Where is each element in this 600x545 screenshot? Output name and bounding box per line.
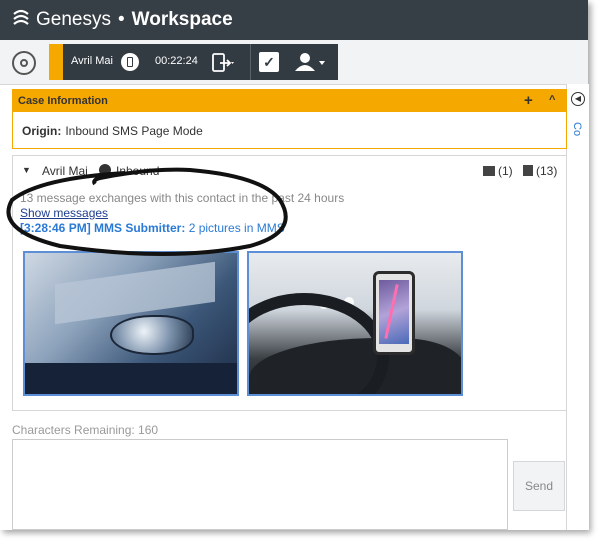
- message-body: 2 pictures in MMS: [185, 221, 285, 235]
- title-bar: Genesys • Workspace: [0, 0, 588, 40]
- history-count[interactable]: (13): [523, 164, 557, 178]
- mark-done-icon[interactable]: ✓: [259, 52, 279, 72]
- app-title: Genesys • Workspace: [36, 9, 233, 31]
- transfer-dropdown-icon[interactable]: [211, 52, 237, 74]
- broken-headlight-shape: [110, 315, 194, 355]
- workspace-window: Genesys • Workspace Avril Mai 00:22:24 ✓ ◀: [0, 0, 589, 530]
- mms-message: [3:28:46 PM] MMS Submitter: 2 pictures i…: [20, 221, 285, 235]
- interaction-header: ▼ Avril Mai Inbound (1) (13): [12, 155, 567, 185]
- expand-rail-icon[interactable]: ◀: [571, 92, 585, 106]
- characters-remaining: Characters Remaining: 160: [12, 423, 159, 437]
- consult-user-dropdown-icon[interactable]: [291, 51, 331, 73]
- origin-label: Origin:: [22, 124, 62, 138]
- product-name: Workspace: [131, 9, 233, 30]
- case-folder-count[interactable]: (1): [483, 164, 513, 178]
- sms-inbound-icon: [99, 164, 111, 176]
- right-side-rail: ◀ Co: [566, 84, 589, 530]
- interaction-contact: Avril Mai: [42, 164, 88, 178]
- history-count-value: (13): [536, 164, 558, 178]
- collapse-case-button[interactable]: ^: [549, 94, 555, 106]
- collapse-interaction-icon[interactable]: ▼: [22, 165, 31, 175]
- case-count: (1): [498, 164, 513, 178]
- show-messages-link[interactable]: Show messages: [20, 206, 108, 220]
- case-information-header: Case Information + ^: [13, 90, 566, 112]
- brand-name: Genesys: [36, 9, 111, 30]
- history-icon: [523, 165, 533, 176]
- interaction-status-stripe: [49, 44, 63, 80]
- rail-tab-label[interactable]: Co: [571, 122, 583, 136]
- interaction-contact-name[interactable]: Avril Mai: [71, 55, 113, 67]
- interaction-direction: Inbound: [116, 164, 160, 178]
- message-input[interactable]: [12, 439, 508, 530]
- exchange-count-text: 13 message exchanges with this contact i…: [20, 191, 345, 205]
- interaction-timer: 00:22:24: [155, 55, 198, 67]
- case-information-title: Case Information: [18, 95, 108, 107]
- case-information-panel: Case Information + ^ Origin: Inbound SMS …: [12, 89, 567, 149]
- focus-target-icon[interactable]: [12, 51, 36, 75]
- steering-wheel-shape: [249, 293, 389, 394]
- folder-icon: [483, 166, 495, 176]
- phone-shape: [373, 271, 415, 355]
- genesys-logo-icon: [13, 9, 29, 25]
- sms-channel-icon: [121, 53, 139, 71]
- mms-image-phone-navigation[interactable]: [247, 251, 463, 396]
- case-origin: Origin: Inbound SMS Page Mode: [22, 124, 203, 138]
- toolbar-divider: [250, 44, 251, 80]
- main-toolbar: Avril Mai 00:22:24 ✓: [0, 40, 588, 85]
- origin-value: Inbound SMS Page Mode: [65, 124, 203, 138]
- send-button[interactable]: Send: [513, 461, 565, 511]
- title-separator: •: [117, 9, 125, 30]
- car-hood-shape: [55, 261, 215, 325]
- message-timestamp-sender: [3:28:46 PM] MMS Submitter:: [20, 221, 186, 235]
- car-bumper-shape: [25, 363, 237, 394]
- add-case-data-button[interactable]: +: [524, 92, 533, 109]
- mms-image-damaged-car[interactable]: [23, 251, 239, 396]
- interaction-bar[interactable]: Avril Mai 00:22:24 ✓: [49, 44, 338, 80]
- sms-transcript: 13 message exchanges with this contact i…: [12, 184, 567, 411]
